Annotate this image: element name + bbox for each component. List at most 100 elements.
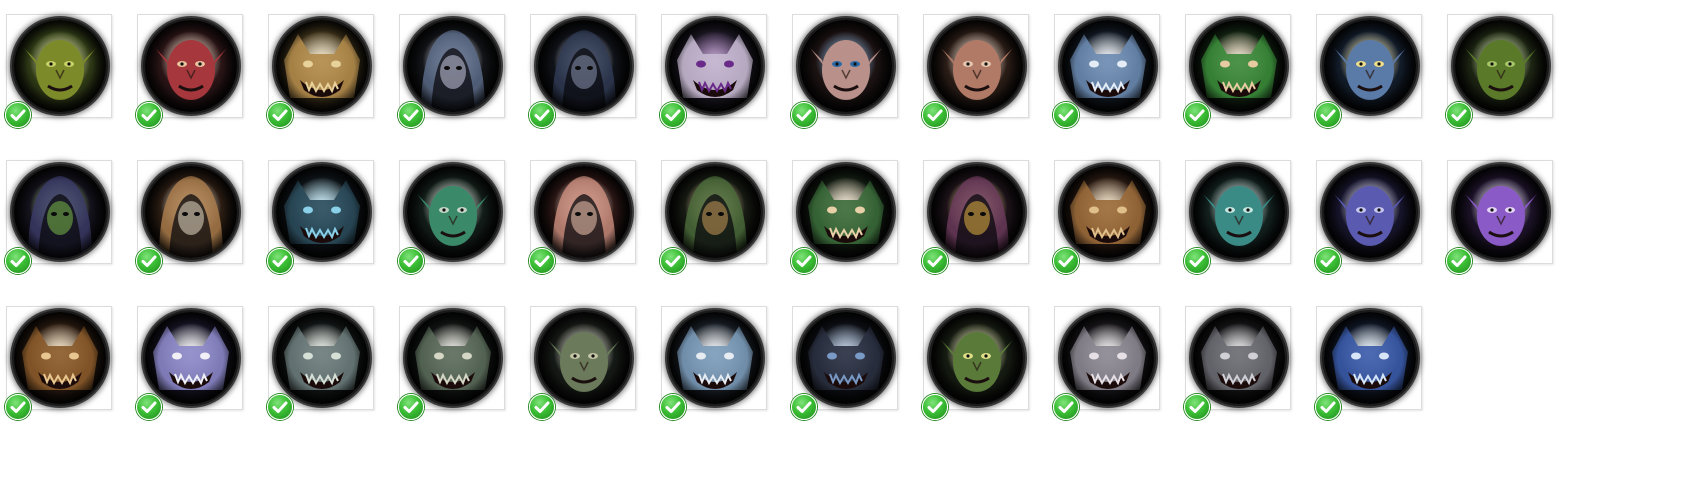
icon-tile[interactable] bbox=[922, 306, 1029, 420]
icon-tile[interactable] bbox=[791, 306, 898, 420]
completed-check-icon bbox=[398, 248, 424, 274]
icon-tile[interactable] bbox=[791, 160, 898, 274]
icon-tile[interactable] bbox=[267, 160, 374, 274]
hooded-troll-icon bbox=[669, 166, 761, 258]
icon-tile[interactable] bbox=[1446, 160, 1553, 274]
icon-tile[interactable] bbox=[922, 160, 1029, 274]
green-orc-elder-icon bbox=[1455, 20, 1547, 112]
completed-check-icon bbox=[5, 248, 31, 274]
purple-demon-icon bbox=[1455, 166, 1547, 258]
completed-check-icon bbox=[529, 102, 555, 128]
shadow-hood-icon bbox=[14, 166, 106, 258]
shadow-spider-icon bbox=[800, 312, 892, 404]
saber-skull-icon bbox=[407, 312, 499, 404]
masked-assassin-icon bbox=[931, 166, 1023, 258]
completed-check-icon bbox=[5, 394, 31, 420]
icon-tile[interactable] bbox=[5, 160, 112, 274]
icon-tile[interactable] bbox=[1053, 306, 1160, 420]
icon-tile[interactable] bbox=[136, 306, 243, 420]
icon-tile[interactable] bbox=[267, 306, 374, 420]
icon-tile[interactable] bbox=[660, 306, 767, 420]
completed-check-icon bbox=[5, 102, 31, 128]
completed-check-icon bbox=[791, 102, 817, 128]
completed-check-icon bbox=[1053, 102, 1079, 128]
hooded-wraith-icon bbox=[407, 20, 499, 112]
icon-tile[interactable] bbox=[1184, 14, 1291, 128]
orc-grunt-icon bbox=[14, 20, 106, 112]
completed-check-icon bbox=[267, 248, 293, 274]
icon-tile[interactable] bbox=[136, 14, 243, 128]
goblin-gunner-icon bbox=[931, 312, 1023, 404]
completed-check-icon bbox=[1446, 248, 1472, 274]
icon-tile[interactable] bbox=[1315, 14, 1422, 128]
completed-check-icon bbox=[1184, 248, 1210, 274]
completed-check-icon bbox=[1184, 102, 1210, 128]
icon-tile[interactable] bbox=[398, 160, 505, 274]
skeletal-wyrm-icon bbox=[1062, 312, 1154, 404]
icon-grid bbox=[5, 14, 1553, 420]
blue-undead-icon bbox=[1324, 20, 1416, 112]
completed-check-icon bbox=[791, 248, 817, 274]
icon-tile[interactable] bbox=[660, 160, 767, 274]
completed-check-icon bbox=[660, 102, 686, 128]
golden-beast-icon bbox=[276, 20, 368, 112]
icon-tile[interactable] bbox=[398, 306, 505, 420]
frost-dragon-icon bbox=[145, 312, 237, 404]
roaring-bear-icon bbox=[669, 20, 761, 112]
completed-check-icon bbox=[1184, 394, 1210, 420]
fur-hooded-dwarf-icon bbox=[538, 166, 630, 258]
completed-check-icon bbox=[529, 394, 555, 420]
icon-tile[interactable] bbox=[922, 14, 1029, 128]
green-troll-icon bbox=[1193, 20, 1285, 112]
completed-check-icon bbox=[398, 394, 424, 420]
icon-tile[interactable] bbox=[1184, 160, 1291, 274]
completed-check-icon bbox=[136, 248, 162, 274]
completed-check-icon bbox=[398, 102, 424, 128]
icon-tile[interactable] bbox=[660, 14, 767, 128]
completed-check-icon bbox=[1315, 102, 1341, 128]
icon-tile[interactable] bbox=[529, 160, 636, 274]
icon-tile[interactable] bbox=[529, 14, 636, 128]
icon-tile[interactable] bbox=[1053, 160, 1160, 274]
completed-check-icon bbox=[1315, 248, 1341, 274]
icon-tile[interactable] bbox=[1315, 160, 1422, 274]
wild-boar-icon bbox=[1062, 166, 1154, 258]
old-dwarf-icon bbox=[931, 20, 1023, 112]
blue-spirit-wolf-icon bbox=[1324, 312, 1416, 404]
icon-tile[interactable] bbox=[791, 14, 898, 128]
hooded-cultist-icon bbox=[538, 20, 630, 112]
green-croc-icon bbox=[800, 166, 892, 258]
completed-check-icon bbox=[922, 394, 948, 420]
completed-check-icon bbox=[267, 102, 293, 128]
icon-tile[interactable] bbox=[1446, 14, 1553, 128]
completed-check-icon bbox=[660, 394, 686, 420]
icon-tile[interactable] bbox=[398, 14, 505, 128]
tauren-icon bbox=[14, 312, 106, 404]
completed-check-icon bbox=[1053, 248, 1079, 274]
icon-tile[interactable] bbox=[5, 306, 112, 420]
screaming-warrior-icon bbox=[800, 20, 892, 112]
swamp-hag-icon bbox=[407, 166, 499, 258]
completed-check-icon bbox=[791, 394, 817, 420]
icon-tile[interactable] bbox=[1184, 306, 1291, 420]
raptor-skull-icon bbox=[1193, 312, 1285, 404]
completed-check-icon bbox=[136, 394, 162, 420]
undead-champion-icon bbox=[538, 312, 630, 404]
completed-check-icon bbox=[1446, 102, 1472, 128]
completed-check-icon bbox=[1053, 394, 1079, 420]
teal-ogre-icon bbox=[1193, 166, 1285, 258]
dark-spider-icon bbox=[276, 166, 368, 258]
completed-check-icon bbox=[529, 248, 555, 274]
icon-tile[interactable] bbox=[5, 14, 112, 128]
icon-tile[interactable] bbox=[267, 14, 374, 128]
completed-check-icon bbox=[922, 102, 948, 128]
icon-tile[interactable] bbox=[136, 160, 243, 274]
icon-tile[interactable] bbox=[529, 306, 636, 420]
icon-tile[interactable] bbox=[1053, 14, 1160, 128]
completed-check-icon bbox=[922, 248, 948, 274]
completed-check-icon bbox=[1315, 394, 1341, 420]
storm-wolf-icon bbox=[669, 312, 761, 404]
completed-check-icon bbox=[660, 248, 686, 274]
bone-dragon-icon bbox=[276, 312, 368, 404]
icon-tile[interactable] bbox=[1315, 306, 1422, 420]
